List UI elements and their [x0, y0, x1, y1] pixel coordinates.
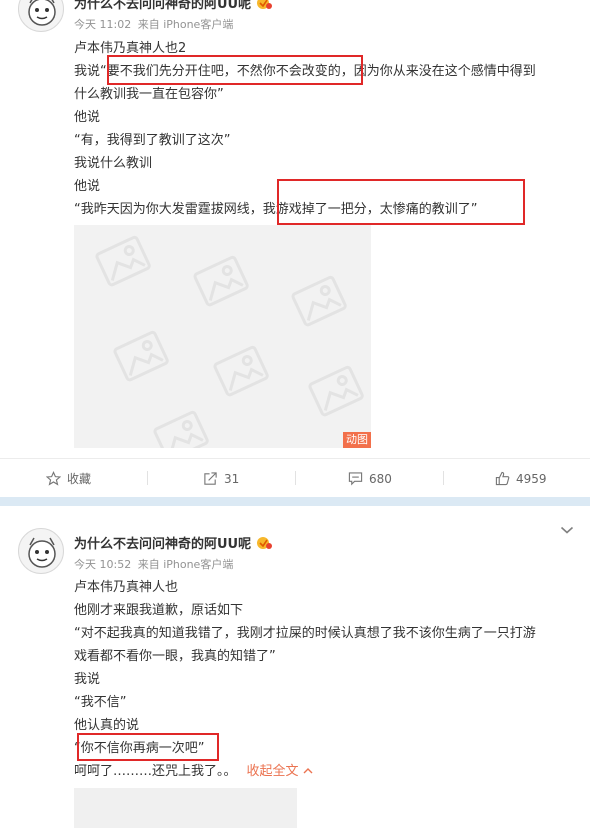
star-icon [46, 471, 61, 486]
post-source: 来自 iPhone客户端 [137, 558, 234, 571]
favorite-label: 收藏 [67, 472, 92, 486]
avatar[interactable] [18, 0, 64, 32]
text-line: 他刚才来跟我道歉，原话如下 [74, 603, 244, 618]
text-line: 什么教训我一直在包容你” [74, 87, 224, 102]
text-line: “我不信” [74, 695, 127, 710]
weibo-post-2: 为什么不去问问神奇的阿UU呢 今天 10:52 来自 iPhone客户端 卢本伟… [0, 508, 590, 828]
text-line: 他说 [74, 110, 101, 125]
highlight-box [77, 733, 219, 761]
divider [147, 471, 148, 485]
repost-count: 31 [224, 471, 240, 486]
action-bar: 收藏 31 680 4959 [0, 458, 590, 497]
gif-image-placeholder[interactable]: 动图 [74, 225, 371, 448]
like-count: 4959 [516, 471, 547, 486]
text-line: “对不起我真的知道我错了，我刚才拉屎的时候认真想了我不该你生病了一只打游 [74, 626, 536, 641]
collapse-full-text-link[interactable]: 收起全文 [247, 764, 313, 779]
author-name-text[interactable]: 为什么不去问问神奇的阿UU呢 [74, 0, 251, 12]
image-placeholder[interactable] [74, 788, 297, 828]
like-button[interactable]: 4959 [495, 459, 547, 498]
weibo-post-1: 为什么不去问问神奇的阿UU呢 今天 11:02 来自 iPhone客户端 卢本伟… [0, 0, 590, 497]
chevron-up-icon [303, 768, 313, 774]
text-line: 戏看都不看你一眼，我真的知错了” [74, 649, 276, 664]
text-line-last: 呵呵了………还咒上我了。。 收起全文 [74, 760, 582, 783]
post-meta: 今天 10:52 来自 iPhone客户端 [74, 556, 236, 572]
post-source: 来自 iPhone客户端 [137, 18, 234, 31]
avatar-icon [28, 0, 56, 26]
divider [295, 471, 296, 485]
vip-badge-icon [257, 0, 273, 9]
thumbs-up-icon [495, 471, 510, 486]
repost-icon [204, 472, 217, 485]
image-placeholder-icon [95, 235, 364, 448]
comment-button[interactable]: 680 [348, 459, 392, 498]
post-separator [0, 497, 590, 508]
comment-icon [348, 472, 363, 486]
text-line: 我说 [74, 672, 101, 687]
post-meta: 今天 11:02 来自 iPhone客户端 [74, 16, 236, 32]
text-line: “有，我得到了教训了这次” [74, 133, 231, 148]
divider [443, 471, 444, 485]
chevron-down-icon[interactable] [560, 525, 574, 535]
avatar[interactable] [18, 528, 64, 574]
text-line: 我说什么教训 [74, 156, 153, 171]
avatar-icon [28, 537, 56, 568]
highlight-box [107, 55, 363, 85]
collapse-label[interactable]: 收起全文 [247, 764, 299, 779]
author-name-text[interactable]: 为什么不去问问神奇的阿UU呢 [74, 537, 251, 552]
comment-count: 680 [369, 471, 392, 486]
post-time[interactable]: 今天 11:02 [74, 18, 131, 31]
vip-badge-icon [257, 537, 273, 549]
text-line-last-text: 呵呵了………还咒上我了。。 [74, 764, 237, 779]
favorite-button[interactable]: 收藏 [46, 459, 91, 498]
gif-badge: 动图 [343, 432, 371, 448]
text-line: 卢本伟乃真神人也 [74, 580, 179, 595]
post-time[interactable]: 今天 10:52 [74, 558, 131, 571]
repost-button[interactable]: 31 [203, 459, 239, 498]
highlight-box [277, 179, 525, 225]
author-name[interactable]: 为什么不去问问神奇的阿UU呢 [74, 533, 273, 552]
author-name[interactable]: 为什么不去问问神奇的阿UU呢 [74, 0, 273, 12]
